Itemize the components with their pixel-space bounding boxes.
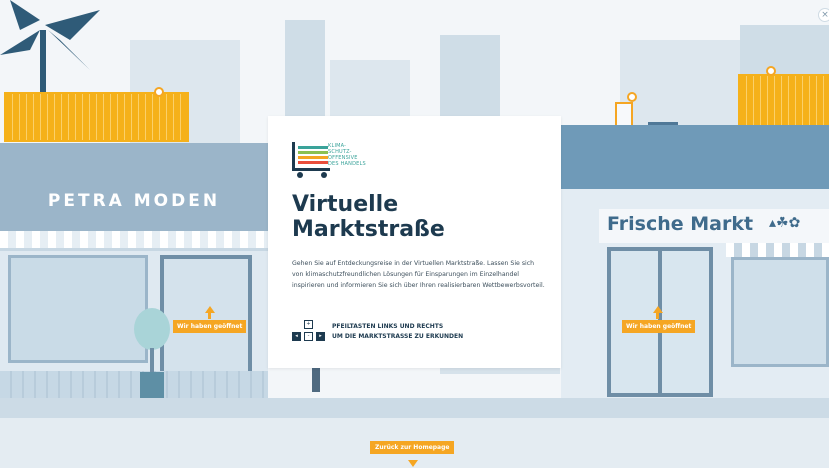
shop-window — [8, 255, 148, 363]
keyboard-hint-line: UM DIE MARKTSTRASSE ZU ERKUNDEN — [332, 333, 464, 340]
market-street-scene: PETRA MODEN Wir haben geöffnet Frische M… — [0, 0, 829, 468]
open-status-badge[interactable]: Wir haben geöffnet — [173, 320, 247, 333]
brick-wall — [0, 371, 268, 401]
keyboard-hint-line: PFEILTASTEN LINKS UND RECHTS — [332, 323, 444, 330]
background-church-tower — [285, 20, 325, 120]
street — [0, 398, 829, 468]
intro-description: Gehen Sie auf Entdeckungsreise in der Vi… — [292, 260, 545, 289]
potted-tree-icon — [134, 308, 170, 350]
solar-panel-icon — [4, 92, 189, 142]
keyboard-arrows-icon: + ◂ - ▸ — [292, 320, 326, 344]
key-left-icon: ◂ — [292, 332, 301, 341]
shop-awning — [0, 231, 268, 251]
solar-hotspot-icon[interactable] — [766, 66, 776, 76]
intro-card: KLIMA- SCHUTZ- OFFENSIVE DES HANDELS Vir… — [268, 116, 561, 368]
title-line: Virtuelle — [292, 192, 399, 217]
logo-line: DES HANDELS — [328, 161, 366, 167]
shop-window — [731, 257, 829, 367]
page-title: Virtuelle Marktstraße — [292, 192, 542, 242]
produce-icon: ▴☘✿ — [769, 215, 801, 231]
bench — [440, 368, 560, 374]
close-icon[interactable]: × — [818, 8, 829, 22]
arrow-up-icon — [205, 306, 215, 313]
shop-roof — [561, 125, 829, 189]
shop-facade — [0, 143, 268, 231]
open-status-badge[interactable]: Wir haben geöffnet — [622, 320, 696, 333]
arrow-up-icon — [208, 313, 211, 319]
shop-sign: Frische Markt — [607, 213, 754, 235]
bollard — [312, 368, 320, 392]
background-building — [620, 40, 740, 130]
shop-awning — [726, 243, 829, 257]
key-up-icon: + — [304, 320, 313, 329]
arrow-down-icon — [408, 460, 418, 467]
arrow-up-icon — [653, 306, 663, 313]
key-right-icon: ▸ — [316, 332, 325, 341]
arrow-up-icon — [656, 313, 659, 319]
logo-text: KLIMA- SCHUTZ- OFFENSIVE DES HANDELS — [328, 143, 366, 167]
tree-trunk — [150, 348, 154, 374]
solar-hotspot-icon[interactable] — [627, 92, 637, 102]
shop-petra-moden[interactable]: PETRA MODEN — [0, 143, 268, 401]
shop-sign: PETRA MODEN — [47, 191, 221, 211]
shop-frische-markt[interactable]: Frische Markt ▴☘✿ — [561, 125, 829, 398]
back-to-homepage-button[interactable]: Zurück zur Homepage — [370, 441, 455, 454]
key-down-icon: - — [304, 332, 313, 341]
background-building — [440, 35, 500, 125]
keyboard-hint: PFEILTASTEN LINKS UND RECHTS UM DIE MARK… — [332, 322, 463, 342]
curb — [0, 398, 829, 418]
solar-hotspot-icon[interactable] — [154, 87, 164, 97]
title-line: Marktstraße — [292, 217, 445, 242]
